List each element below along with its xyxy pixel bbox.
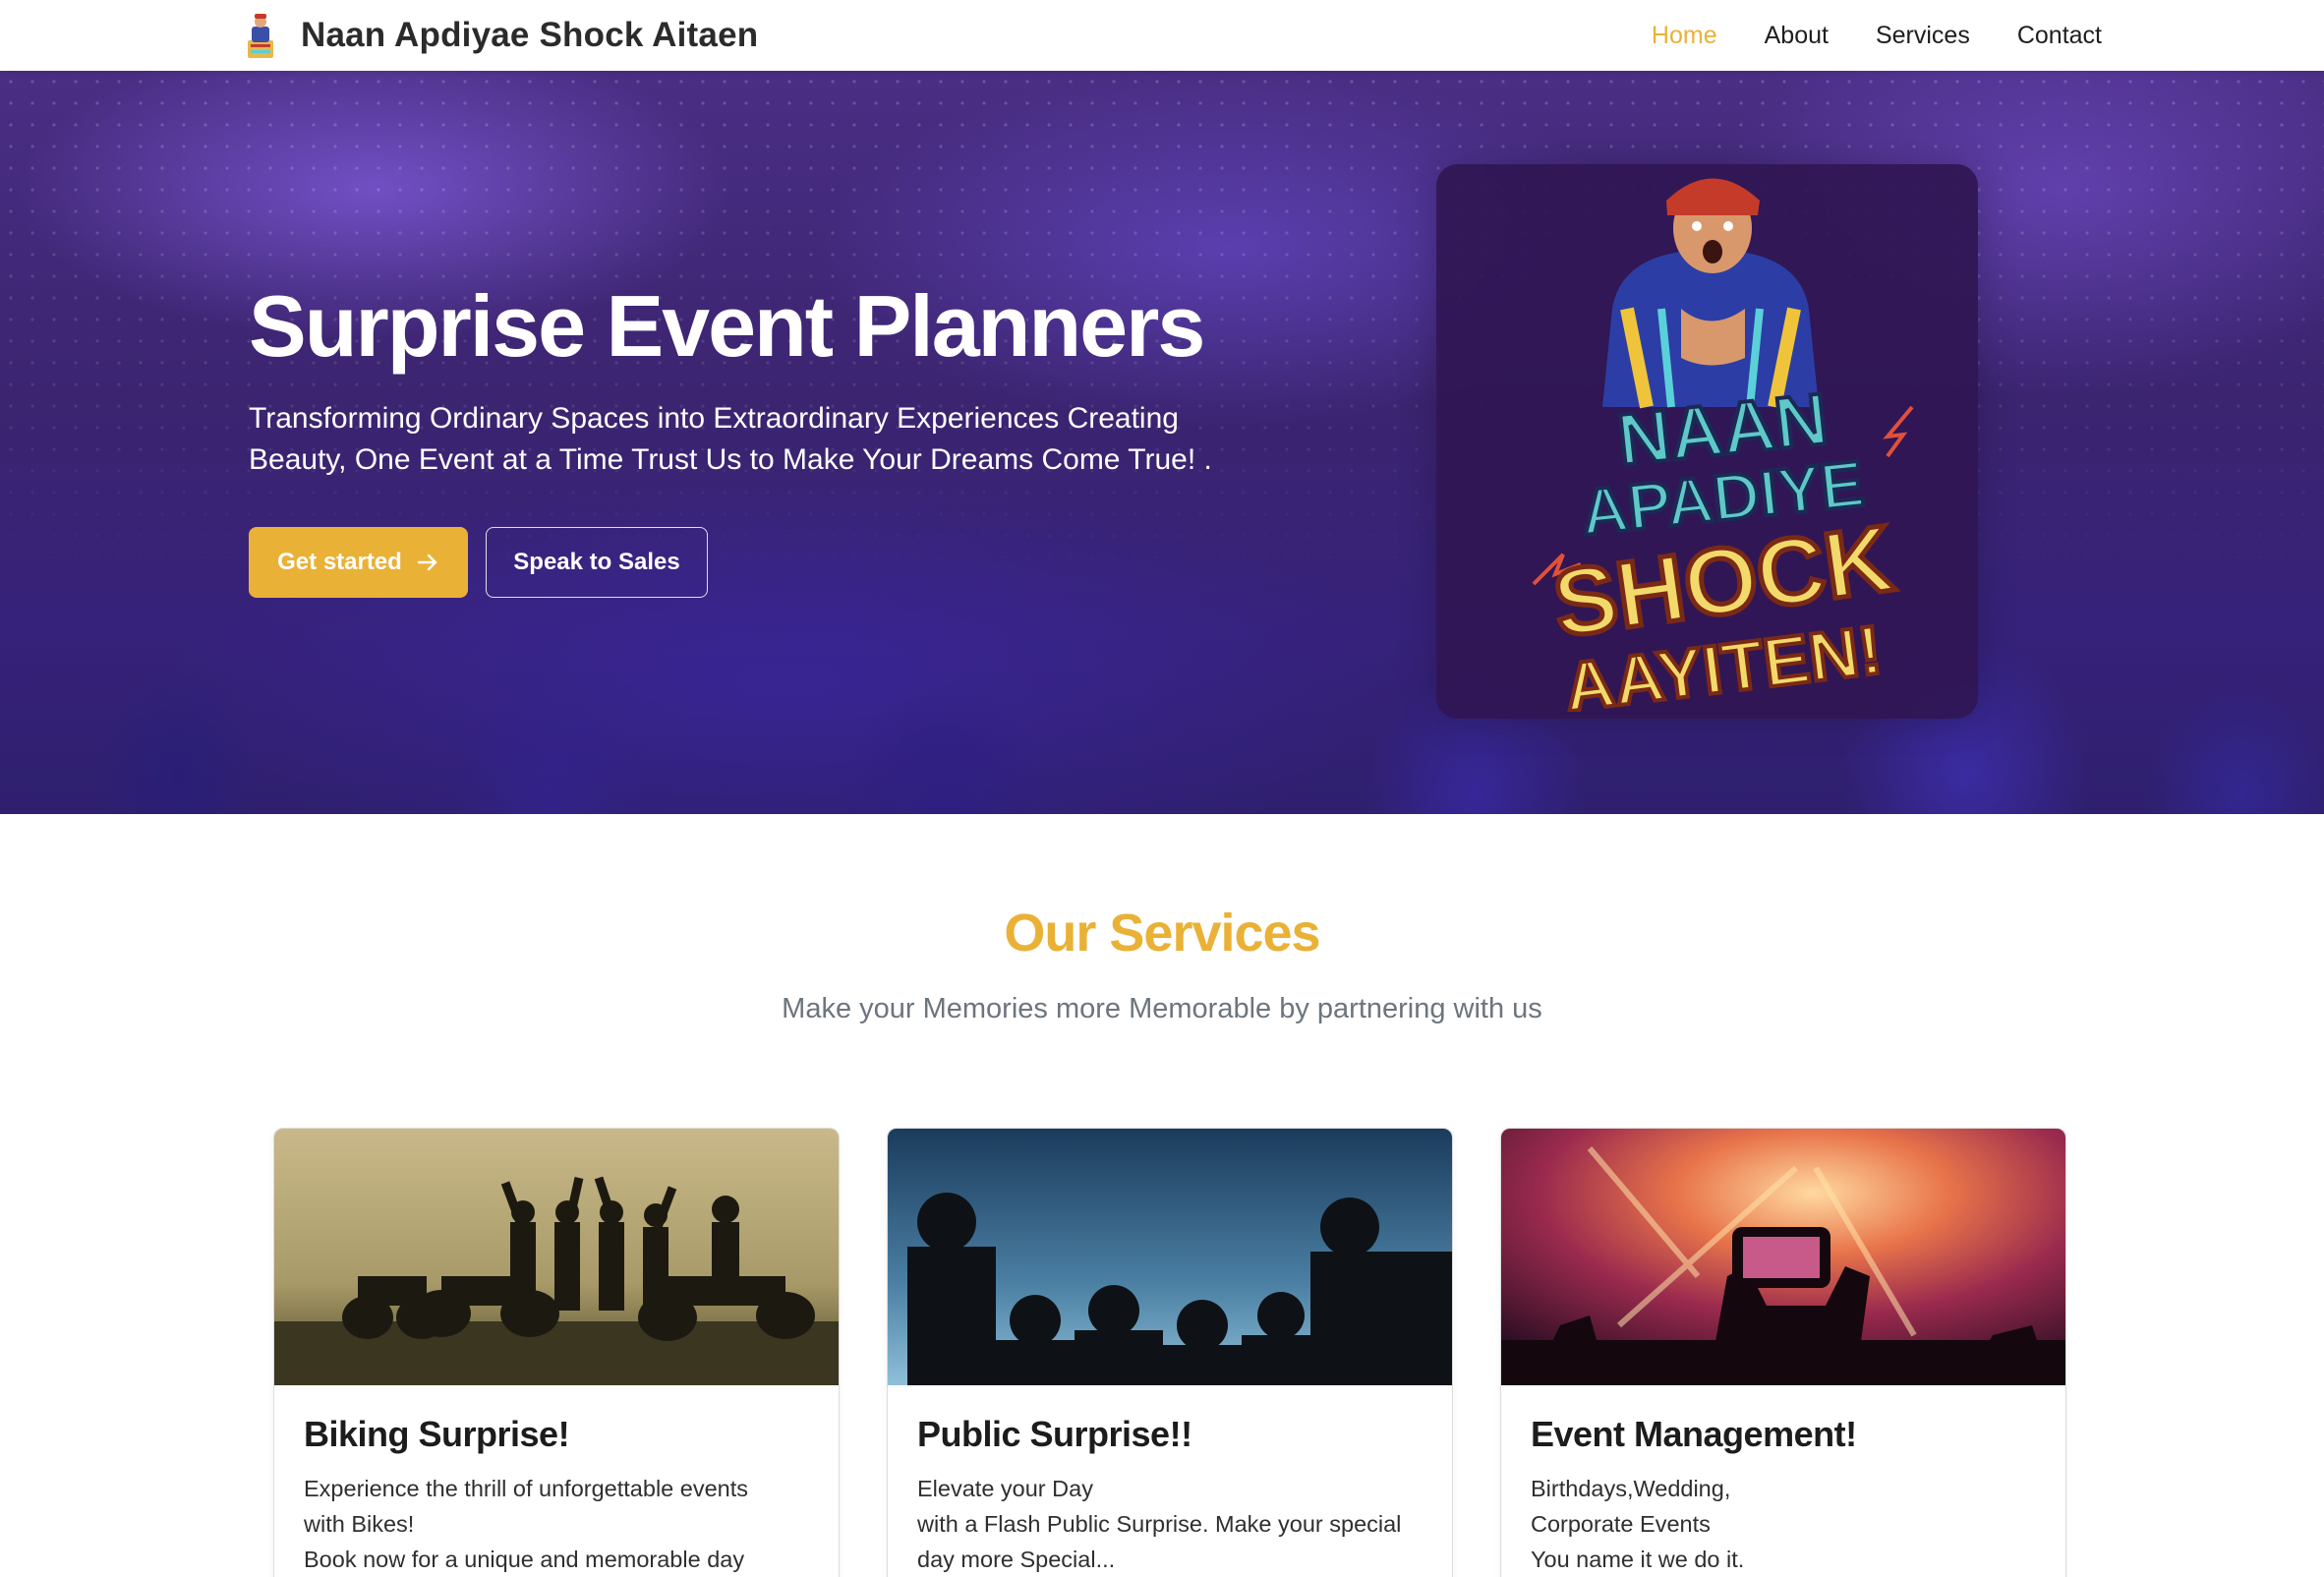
card-text: Birthdays,Wedding, Corporate Events You … [1531,1471,2042,1577]
service-card-events[interactable]: Event Management! Birthdays,Wedding, Cor… [1500,1128,2066,1577]
card-title: Event Management! [1531,1414,1857,1454]
arrow-right-icon [417,554,437,571]
hero-buttons: Get started Speak to Sales [249,527,708,598]
speak-to-sales-button[interactable]: Speak to Sales [486,527,708,598]
public-surprise-photo [888,1129,1452,1385]
card-text: Elevate your Day with a Flash Public Sur… [917,1471,1428,1577]
services-subtitle: Make your Memories more Memorable by par… [782,993,1542,1024]
card-text-line: with Bikes! [304,1511,415,1537]
service-card-biking[interactable]: Biking Surprise! Experience the thrill o… [273,1128,840,1577]
card-body: Public Surprise!! Elevate your Day with … [917,1414,1428,1577]
biking-photo [274,1129,839,1385]
card-body: Biking Surprise! Experience the thrill o… [304,1414,815,1577]
nav-link-home[interactable]: Home [1652,22,1717,50]
nav-link-contact[interactable]: Contact [2017,22,2102,50]
service-card-public[interactable]: Public Surprise!! Elevate your Day with … [887,1128,1453,1577]
hero-subtitle: Transforming Ordinary Spaces into Extrao… [249,401,1212,476]
nav-menu: Home About Services Contact [1652,0,2102,71]
card-text-line: Book now for a unique and memorable day [304,1547,745,1572]
show-logo-image: NAAN APADIYE SHOCK AAYITEN! [1532,178,1914,712]
card-body: Event Management! Birthdays,Wedding, Cor… [1531,1414,2042,1577]
get-started-button[interactable]: Get started [249,527,468,598]
card-text-line: Corporate Events [1531,1511,1711,1537]
hero-content: Surprise Event Planners Transforming Ord… [249,277,1251,481]
nav-link-about[interactable]: About [1765,22,1829,50]
card-text-line: Elevate your Day [917,1476,1093,1501]
card-title: Biking Surprise! [304,1414,570,1454]
get-started-label: Get started [277,549,402,575]
nav-link-services[interactable]: Services [1876,22,1970,50]
mascot-figure [1602,178,1819,409]
brand[interactable]: Naan Apdiyae Shock Aitaen [244,10,758,61]
hero-title: Surprise Event Planners [249,277,1205,375]
brand-mascot-icon [248,14,273,58]
card-text-line: Birthdays,Wedding, [1531,1476,1731,1501]
card-text-line: You name it we do it. [1531,1547,1745,1572]
services-title: Our Services [1004,904,1320,963]
card-text-line: day more Special... [917,1547,1116,1572]
brand-name: Naan Apdiyae Shock Aitaen [301,16,759,54]
card-text: Experience the thrill of unforgettable e… [304,1471,815,1577]
card-title: Public Surprise!! [917,1414,1192,1454]
card-text-line: with a Flash Public Surprise. Make your … [917,1511,1402,1537]
hero-section: Surprise Event Planners Transforming Ord… [0,71,2324,814]
event-management-photo [1501,1129,2065,1385]
navbar: Naan Apdiyae Shock Aitaen Home About Ser… [0,0,2324,71]
card-text-line: Experience the thrill of unforgettable e… [304,1476,748,1501]
